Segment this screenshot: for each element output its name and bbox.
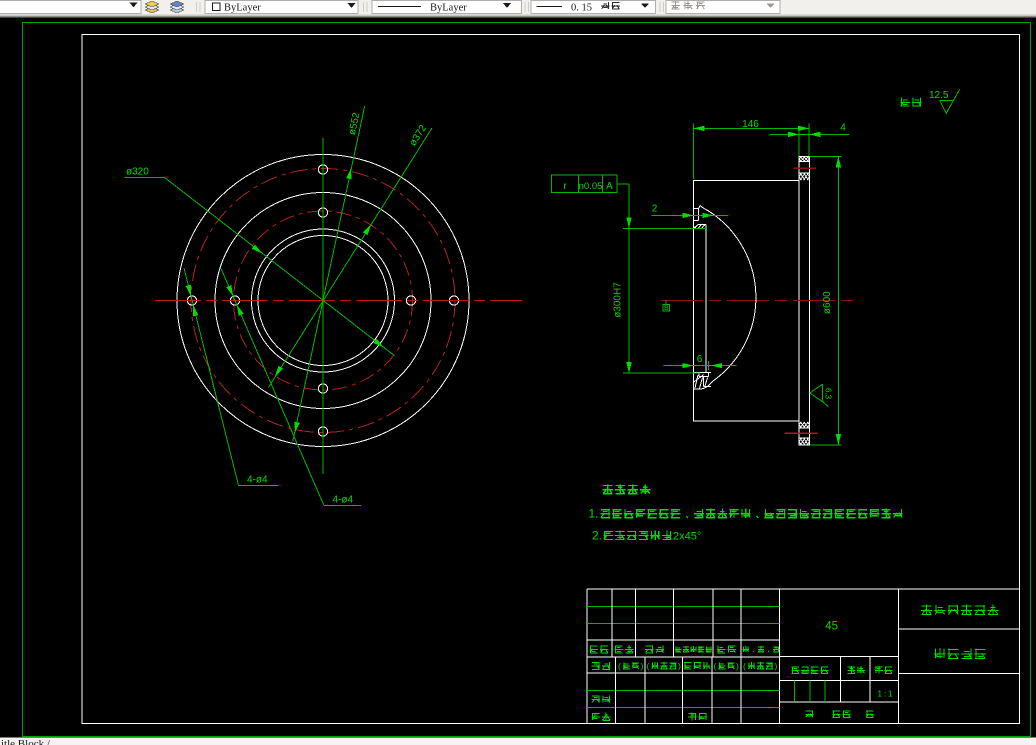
svg-text:4: 4 [840, 123, 846, 134]
svg-text:1 : 1: 1 : 1 [877, 689, 892, 699]
svg-text:): ) [736, 661, 739, 671]
svg-text:n0.05: n0.05 [579, 181, 603, 192]
svg-text:(: ( [618, 661, 621, 671]
svg-text:ø320: ø320 [126, 167, 149, 178]
svg-text:6.3: 6.3 [824, 388, 833, 400]
svg-text:): ) [641, 661, 644, 671]
svg-text:2.: 2. [592, 529, 602, 543]
svg-text:ByLayer: ByLayer [430, 3, 467, 14]
svg-text:ByLayer: ByLayer [224, 3, 261, 14]
svg-text:6: 6 [697, 354, 703, 365]
svg-text:0. 15: 0. 15 [571, 3, 592, 14]
svg-text:45: 45 [825, 621, 838, 633]
svg-text:ø552: ø552 [347, 111, 363, 136]
svg-text:r: r [563, 181, 567, 192]
svg-text:(: ( [647, 661, 650, 671]
svg-text:ø600: ø600 [822, 291, 833, 314]
svg-text:4-ø4: 4-ø4 [247, 475, 268, 486]
svg-text:4-ø4: 4-ø4 [333, 495, 354, 506]
svg-text:12.5: 12.5 [929, 90, 949, 101]
svg-text:(: ( [714, 661, 717, 671]
svg-text:146: 146 [742, 119, 759, 130]
svg-text:(: ( [743, 661, 746, 671]
svg-text:itle Block /: itle Block / [1, 738, 51, 745]
svg-text:B: B [664, 305, 668, 312]
svg-text:): ) [678, 661, 681, 671]
svg-text:A: A [606, 181, 613, 192]
svg-text:2x45°: 2x45° [673, 531, 701, 543]
svg-text:2: 2 [652, 204, 658, 215]
svg-text:1.: 1. [589, 507, 599, 521]
svg-text:ø300H7: ø300H7 [613, 282, 624, 318]
svg-text:ø372: ø372 [408, 123, 430, 149]
svg-text:): ) [775, 661, 778, 671]
